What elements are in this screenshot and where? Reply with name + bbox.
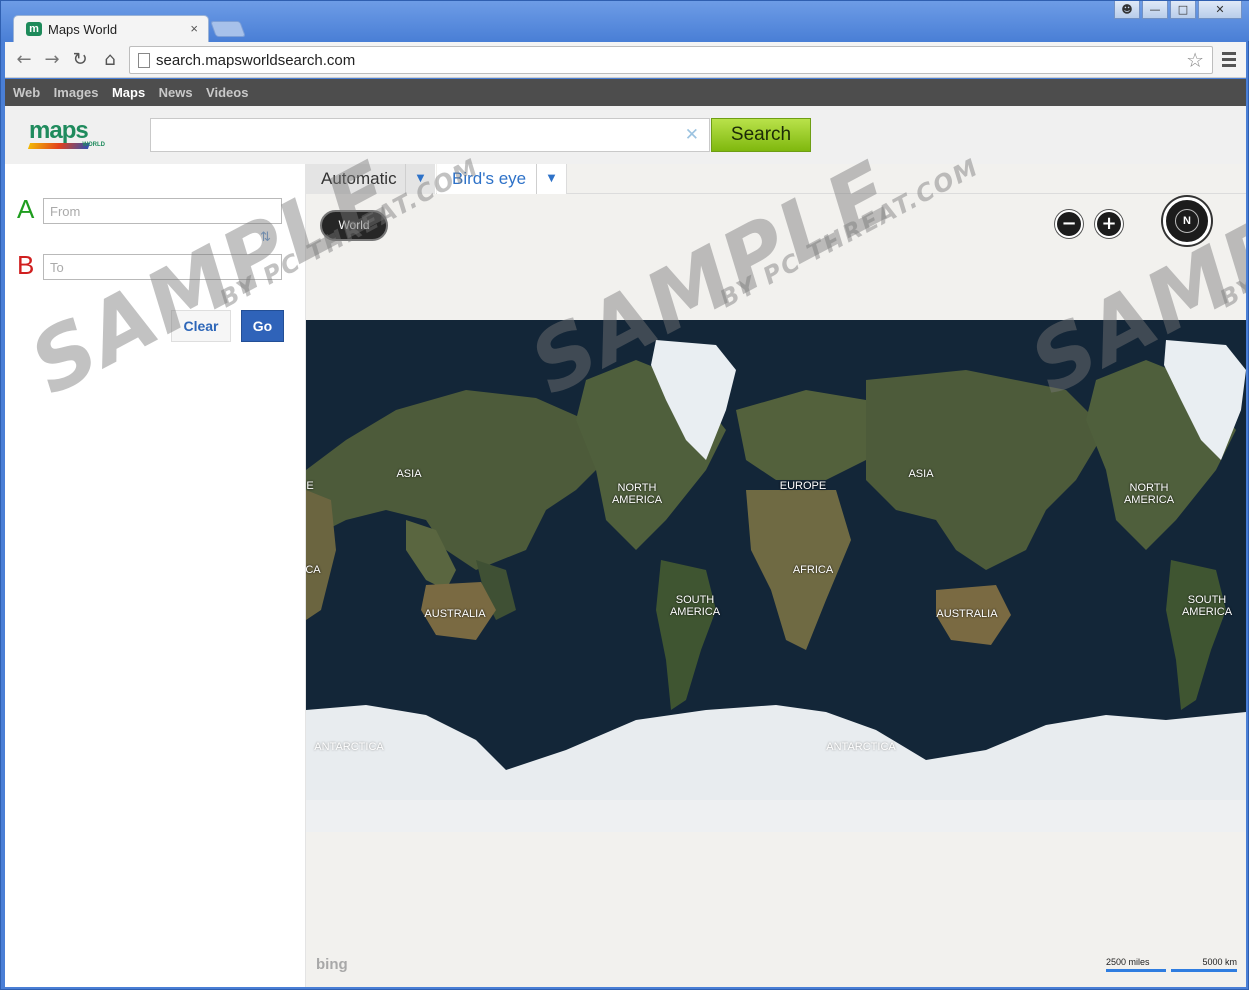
tab-close-icon[interactable]: × bbox=[190, 21, 198, 36]
nav-images[interactable]: Images bbox=[54, 79, 99, 107]
map-type-automatic-label: Automatic bbox=[321, 169, 397, 188]
continent-label: AFRICA bbox=[792, 564, 834, 576]
point-b-label: B bbox=[17, 250, 35, 280]
chevron-down-icon[interactable]: ▼ bbox=[536, 164, 566, 194]
clear-search-icon[interactable]: ✕ bbox=[685, 125, 699, 145]
address-bar[interactable]: search.mapsworldsearch.com ☆ bbox=[129, 46, 1213, 74]
logo-text: maps bbox=[29, 117, 89, 144]
continent-label: ASIA bbox=[908, 468, 934, 480]
maximize-button[interactable]: □ bbox=[1170, 1, 1196, 19]
zoom-in-icon[interactable]: + bbox=[1095, 210, 1123, 238]
search-box: ✕ bbox=[150, 118, 710, 152]
continent-label: SOUTH AMERICA bbox=[1181, 594, 1233, 618]
to-input[interactable] bbox=[43, 254, 282, 280]
new-tab-button[interactable] bbox=[210, 21, 246, 37]
nav-videos[interactable]: Videos bbox=[206, 79, 248, 107]
window-controls: ☻ — □ ✕ bbox=[1114, 1, 1242, 21]
maps-world-logo[interactable]: maps WORLD bbox=[27, 117, 109, 154]
web-page: Web Images Maps News Videos maps WORLD ✕… bbox=[5, 79, 1246, 987]
map-type-automatic[interactable]: Automatic ▼ bbox=[306, 164, 436, 194]
forward-arrow-icon[interactable]: → bbox=[41, 49, 63, 71]
satellite-imagery bbox=[306, 340, 1246, 832]
user-icon[interactable]: ☻ bbox=[1114, 1, 1140, 19]
search-button[interactable]: Search bbox=[711, 118, 811, 152]
minimize-button[interactable]: — bbox=[1142, 1, 1168, 19]
continent-label: ANTARCTICA bbox=[314, 741, 384, 753]
swap-direction-icon[interactable]: ⇅ bbox=[260, 230, 271, 245]
nav-web[interactable]: Web bbox=[13, 79, 40, 107]
point-a-label: A bbox=[17, 194, 35, 224]
clear-button[interactable]: Clear bbox=[171, 310, 231, 342]
address-url: search.mapsworldsearch.com bbox=[156, 52, 356, 69]
continent-label: AUSTRALIA bbox=[424, 608, 486, 620]
bing-logo[interactable]: bing bbox=[316, 956, 348, 973]
tab-strip: m Maps World × ☻ — □ ✕ bbox=[1, 1, 1249, 43]
browser-toolbar: ← → ↻ ⌂ search.mapsworldsearch.com ☆ bbox=[5, 42, 1246, 78]
bookmark-star-icon[interactable]: ☆ bbox=[1186, 48, 1204, 72]
continent-label: AUSTRALIA bbox=[936, 608, 998, 620]
chrome-menu-icon[interactable] bbox=[1222, 52, 1236, 70]
continent-label: E bbox=[306, 480, 314, 492]
logo-subtext: WORLD bbox=[82, 142, 105, 148]
logo-stripe bbox=[27, 143, 91, 149]
from-input[interactable] bbox=[43, 198, 282, 224]
nav-news[interactable]: News bbox=[159, 79, 193, 107]
map-type-birds-eye-label: Bird's eye bbox=[452, 169, 527, 188]
continent-label: SOUTH AMERICA bbox=[669, 594, 721, 618]
browser-window: m Maps World × ☻ — □ ✕ ← → ↻ ⌂ search.ma… bbox=[0, 0, 1249, 990]
home-icon[interactable]: ⌂ bbox=[99, 49, 121, 71]
search-vertical-nav: Web Images Maps News Videos bbox=[5, 79, 1246, 106]
go-button[interactable]: Go bbox=[241, 310, 284, 342]
scale-km: 5000 km bbox=[1171, 957, 1237, 972]
map-view[interactable]: Automatic ▼ Bird's eye ▼ World − + N ASI… bbox=[306, 164, 1246, 987]
back-arrow-icon[interactable]: ← bbox=[13, 49, 35, 71]
zoom-out-icon[interactable]: − bbox=[1055, 210, 1083, 238]
continent-label: NORTH AMERICA bbox=[1123, 482, 1175, 506]
continent-label: NORTH AMERICA bbox=[611, 482, 663, 506]
compass-control[interactable]: N bbox=[1163, 197, 1211, 245]
nav-maps[interactable]: Maps bbox=[112, 79, 145, 107]
search-input[interactable] bbox=[151, 119, 671, 151]
continent-label: ASIA bbox=[396, 468, 422, 480]
browser-tab[interactable]: m Maps World × bbox=[13, 15, 209, 43]
continent-label: CA bbox=[306, 564, 321, 576]
page-icon bbox=[138, 53, 150, 68]
map-type-birds-eye[interactable]: Bird's eye ▼ bbox=[437, 164, 567, 194]
directions-panel: A ⇅ B Clear Go bbox=[5, 164, 306, 987]
search-header: maps WORLD ✕ Search bbox=[5, 106, 1246, 164]
world-breadcrumb-button[interactable]: World bbox=[320, 210, 388, 241]
reload-icon[interactable]: ↻ bbox=[69, 49, 91, 71]
compass-north-label: N bbox=[1175, 209, 1199, 233]
scale-miles: 2500 miles bbox=[1106, 957, 1166, 972]
close-window-button[interactable]: ✕ bbox=[1198, 1, 1242, 19]
satellite-map[interactable]: ASIA NORTH AMERICA SOUTH AMERICA EUROPE … bbox=[306, 320, 1246, 832]
map-type-bar: Automatic ▼ Bird's eye ▼ bbox=[306, 164, 1246, 194]
maps-world-favicon-icon: m bbox=[26, 22, 42, 36]
continent-label: ANTARCTICA bbox=[826, 741, 896, 753]
chevron-down-icon[interactable]: ▼ bbox=[405, 164, 435, 194]
continent-label: EUROPE bbox=[779, 480, 827, 492]
tab-title: Maps World bbox=[48, 22, 118, 37]
